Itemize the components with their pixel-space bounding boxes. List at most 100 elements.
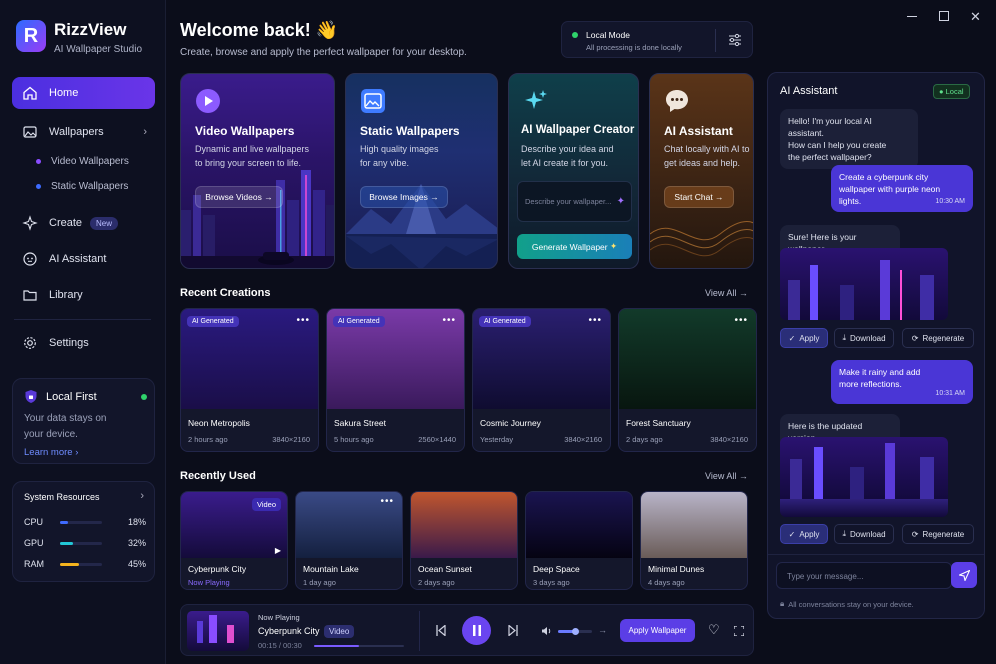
send-button[interactable] [951, 562, 977, 588]
chat-message-input[interactable]: Type your message... [776, 562, 952, 589]
system-resources-card: System Resources › CPU 18% GPU 32% RAM 45% [12, 481, 155, 582]
lock-icon: 🔒︎ [780, 599, 785, 608]
image-icon [23, 126, 37, 138]
used-name: Minimal Dunes [648, 564, 705, 574]
playback-progress[interactable] [314, 645, 404, 647]
online-dot [141, 394, 147, 400]
new-badge: New [90, 216, 119, 230]
used-name: Deep Space [533, 564, 580, 574]
more-icon[interactable]: ••• [734, 315, 748, 326]
next-icon[interactable] [508, 625, 518, 636]
chat-message-ai: Hello! I'm your local AI assistant. How c… [780, 109, 918, 169]
more-icon[interactable]: ••• [296, 315, 310, 326]
more-icon[interactable]: ••• [442, 315, 456, 326]
recently-used-card[interactable]: Video ▶ Cyberpunk City Now Playing [180, 491, 288, 590]
fullscreen-icon[interactable] [734, 626, 744, 636]
sidebar-item-create[interactable]: Create New [12, 207, 155, 239]
ai-assistant-panel: AI Assistant ● Local Hello! I'm your loc… [767, 72, 985, 619]
recent-card[interactable]: AI Generated ••• Neon Metropolis 2 hours ag… [180, 308, 319, 452]
resource-value: 45% [127, 559, 146, 569]
used-time: Now Playing [188, 578, 230, 587]
used-view-all-link[interactable]: View All → [705, 471, 748, 481]
sidebar-item-home[interactable]: Home [12, 77, 155, 109]
resource-value: 32% [127, 538, 146, 548]
recently-used-card[interactable]: Deep Space 3 days ago [525, 491, 633, 590]
image-icon [361, 89, 385, 113]
chat-message-user: Make it rainy and add more reflections. 1… [831, 360, 973, 404]
previous-icon[interactable] [436, 625, 446, 636]
minimize-button[interactable] [906, 10, 918, 22]
local-mode-card: Local Mode All processing is done locall… [561, 21, 753, 58]
recent-resolution: 3840×2160 [272, 435, 310, 444]
arrow-right-icon: → [598, 625, 607, 635]
gear-icon [24, 337, 36, 349]
generate-wallpaper-button[interactable]: Generate Wallpaper ✦ [517, 234, 632, 259]
sidebar-item-wallpapers[interactable]: Wallpapers › [12, 116, 155, 148]
recent-card[interactable]: AI Generated ••• Sakura Street 5 hours ago 2… [326, 308, 465, 452]
wave-illustration [650, 221, 753, 257]
recent-name: Sakura Street [334, 418, 386, 428]
used-time: 3 days ago [533, 578, 570, 587]
recent-card[interactable]: ••• Forest Sanctuary 2 days ago 3840×2160 [618, 308, 757, 452]
wallpaper-prompt-input[interactable]: Describe your wallpaper... ✦ [517, 181, 632, 222]
recent-name: Forest Sanctuary [626, 418, 691, 428]
privacy-note: 🔒︎ All conversations stay on your device. [780, 599, 914, 609]
browse-videos-button[interactable]: Browse Videos → [195, 186, 283, 208]
recent-card[interactable]: AI Generated ••• Cosmic Journey Yesterday 38… [472, 308, 611, 452]
resource-label: GPU [24, 538, 44, 548]
local-badge: ● Local [933, 84, 970, 99]
sidebar-item-library[interactable]: Library [12, 279, 155, 311]
used-thumbnail [526, 492, 632, 558]
chevron-right-icon[interactable]: › [140, 490, 144, 502]
start-chat-button[interactable]: Start Chat → [664, 186, 734, 208]
apply-wallpaper-button[interactable]: Apply Wallpaper [620, 619, 695, 642]
generated-wallpaper-image[interactable] [780, 248, 948, 320]
resource-row-gpu: GPU 32% [13, 537, 156, 551]
sliders-icon[interactable] [728, 33, 742, 47]
sidebar-item-video-wallpapers[interactable]: Video Wallpapers [36, 156, 129, 167]
resource-value: 18% [127, 517, 146, 527]
resource-bar-fill [60, 521, 68, 524]
folder-icon [23, 290, 37, 301]
recent-name: Neon Metropolis [188, 418, 250, 428]
updated-wallpaper-image[interactable] [780, 437, 948, 517]
local-first-card: Local First Your data stays on your devi… [12, 378, 155, 464]
app-subtitle: AI Wallpaper Studio [54, 44, 143, 55]
more-icon[interactable]: ••• [588, 315, 602, 326]
play-icon[interactable]: ▶ [275, 546, 281, 555]
bot-icon [23, 252, 37, 266]
regenerate-button[interactable]: ⟳ Regenerate [902, 524, 974, 544]
regenerate-button[interactable]: ⟳ Regenerate [902, 328, 974, 348]
feature-card-static[interactable]: Static Wallpapers High quality images for… [345, 73, 498, 269]
download-button[interactable]: ⤓ Download [834, 524, 894, 544]
chat-message-user: Create a cyberpunk city wallpaper with pu… [831, 165, 973, 212]
feature-card-ai-assistant[interactable]: AI Assistant Chat locally with AI to get … [649, 73, 754, 269]
apply-button[interactable]: ✓ Apply [780, 328, 828, 348]
recent-time: 5 hours ago [334, 435, 374, 444]
recently-used-card[interactable]: Ocean Sunset 2 days ago [410, 491, 518, 590]
recently-used-card[interactable]: Minimal Dunes 4 days ago [640, 491, 748, 590]
heart-icon[interactable]: ♡ [708, 622, 720, 638]
recently-used-card[interactable]: ••• Mountain Lake 1 day ago [295, 491, 403, 590]
shield-lock-icon [25, 390, 37, 403]
volume-icon[interactable] [541, 626, 552, 636]
feature-card-video[interactable]: Video Wallpapers Dynamic and live wallpa… [180, 73, 335, 269]
used-thumbnail [641, 492, 747, 558]
feature-card-ai-creator[interactable]: AI Wallpaper Creator Describe your idea … [508, 73, 639, 269]
sidebar-item-settings[interactable]: Settings [12, 327, 155, 359]
pause-button[interactable] [462, 616, 491, 645]
sidebar-item-ai-assistant[interactable]: AI Assistant [12, 243, 155, 275]
volume-knob[interactable] [571, 628, 579, 635]
browse-images-button[interactable]: Browse Images → [360, 186, 448, 208]
learn-more-link[interactable]: Learn more › [24, 447, 78, 458]
download-button[interactable]: ⤓ Download [834, 328, 894, 348]
sparkle-icon [22, 215, 38, 231]
resource-bar [60, 563, 102, 566]
more-icon[interactable]: ••• [380, 496, 394, 507]
close-button[interactable]: ✕ [970, 9, 981, 25]
apply-button[interactable]: ✓ Apply [780, 524, 828, 544]
recent-view-all-link[interactable]: View All → [705, 288, 748, 298]
pause-icon [472, 625, 481, 636]
sidebar-item-static-wallpapers[interactable]: Static Wallpapers [36, 181, 128, 192]
maximize-button[interactable] [939, 11, 949, 21]
